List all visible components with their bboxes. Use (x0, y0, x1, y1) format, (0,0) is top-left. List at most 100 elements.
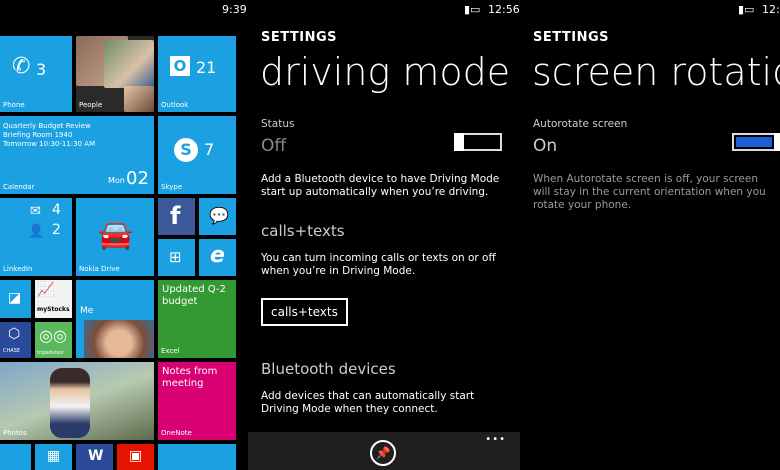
tile-label: Calendar (3, 183, 35, 191)
ie-icon: e (210, 243, 225, 268)
owl-icon: ◎◎ (39, 326, 67, 345)
outlook-icon: O (170, 56, 190, 76)
skype-icon: S (174, 138, 198, 162)
tile-people[interactable]: People (76, 36, 154, 112)
people-photo-2 (104, 40, 154, 88)
chat-icon: 💬 (209, 206, 229, 225)
bluetooth-devices-heading: Bluetooth devices (261, 360, 396, 378)
store-icon: ⊞ (169, 248, 182, 266)
event-title: Quarterly Budget Review (3, 122, 91, 130)
status-time: 12:56 (488, 3, 520, 16)
calendar-date: 02 (126, 168, 149, 189)
tile-partial-2[interactable] (158, 444, 236, 470)
tile-internet-explorer[interactable]: e (199, 239, 236, 276)
battery-icon: ▮▭ (738, 3, 755, 16)
toggle-knob (454, 133, 464, 151)
tile-onenote[interactable]: Notes from meeting OneNote (158, 362, 236, 440)
tile-label: Me (80, 306, 94, 316)
tile-chase[interactable]: ⬡ CHASE (0, 322, 31, 358)
calls-texts-description: You can turn incoming calls or texts on … (261, 252, 496, 277)
event-time: Tomorrow 10:30-11:30 AM (3, 140, 96, 148)
driving-mode-description: Add a Bluetooth device to have Driving M… (261, 173, 500, 198)
tile-linkedin[interactable]: ✉ 4 👤 2 LinkedIn (0, 198, 72, 276)
status-time: 9:39 (222, 3, 247, 16)
tile-wallet[interactable]: ◪ (0, 280, 31, 318)
tile-calculator[interactable]: ▦ (35, 444, 72, 470)
office-icon: ▣ (129, 448, 143, 464)
autorotate-toggle[interactable] (732, 133, 780, 151)
car-icon: 🚘 (98, 218, 133, 251)
tile-store[interactable]: ⊞ (158, 239, 195, 276)
tile-label: Nokia Drive (79, 265, 120, 273)
people-photo-3 (124, 86, 154, 112)
screen-rotation-screen: ▮▭ 12: SETTINGS screen rotatio Autorotat… (520, 0, 780, 470)
toggle-fill (736, 137, 772, 147)
me-photo (84, 320, 154, 358)
photos-person-image (50, 368, 90, 438)
linkedin-mail-count: 4 (52, 202, 61, 218)
settings-header: SETTINGS (533, 30, 610, 45)
chase-logo-icon: ⬡ (8, 326, 21, 342)
phone-missed-count: 3 (36, 60, 47, 79)
calculator-icon: ▦ (47, 448, 61, 464)
chase-text: CHASE (3, 348, 21, 354)
tile-phone[interactable]: ✆ 3 Phone (0, 36, 72, 112)
tile-nokia-drive[interactable]: 🚘 Nokia Drive (76, 198, 154, 276)
wallet-icon: ◪ (8, 290, 22, 306)
mail-icon: ✉ (30, 204, 41, 219)
status-bar: ▮▭ 12: (520, 0, 780, 20)
tile-label: Outlook (161, 101, 189, 109)
facebook-icon: f (170, 202, 181, 230)
autorotate-description: When Autorotate screen is off, your scre… (533, 173, 766, 211)
tile-me[interactable]: Me (76, 280, 154, 358)
calls-texts-heading: calls+texts (261, 222, 345, 240)
skype-count: 7 (204, 140, 215, 159)
tile-skype[interactable]: S 7 Skype (158, 116, 236, 194)
tile-office[interactable]: ▣ (117, 444, 154, 470)
tile-calendar[interactable]: Quarterly Budget Review Briefing Room 19… (0, 116, 154, 194)
tile-label: Excel (161, 347, 180, 355)
status-bar: ▮▭ 12:56 (248, 0, 520, 20)
driving-mode-screen: ▮▭ 12:56 SETTINGS driving mode Status Of… (248, 0, 520, 470)
page-title: driving mode (260, 50, 511, 94)
tile-mystocks[interactable]: 📈 myStocks (35, 280, 72, 318)
toggle-knob (774, 133, 780, 151)
status-value: Off (261, 136, 287, 156)
tile-photos[interactable]: Photos (0, 362, 154, 440)
tripadvisor-text: tripadvisor (37, 350, 64, 356)
battery-icon: ▮▭ (464, 3, 481, 16)
stocks-chart-icon: 📈 (37, 282, 55, 298)
tile-tripadvisor[interactable]: ◎◎ tripadvisor (35, 322, 72, 358)
autorotate-value: On (533, 136, 558, 156)
page-title: screen rotatio (532, 50, 780, 94)
app-bar: 📌 ••• (248, 432, 520, 470)
linkedin-invite-count: 2 (52, 222, 61, 238)
excel-doc-title: Updated Q-2 budget (162, 284, 226, 307)
settings-header: SETTINGS (261, 30, 338, 45)
tile-label: Skype (161, 183, 183, 191)
start-screen: 9:39 ✆ 3 Phone People O 21 Outlook Quart… (0, 0, 248, 470)
tile-facebook[interactable]: f (158, 198, 195, 235)
tile-messaging[interactable]: 💬 (199, 198, 236, 235)
tile-label: Phone (3, 101, 25, 109)
driving-mode-toggle[interactable] (454, 133, 502, 151)
calendar-event: Quarterly Budget Review Briefing Room 19… (3, 122, 95, 149)
tile-outlook[interactable]: O 21 Outlook (158, 36, 236, 112)
status-time: 12: (762, 3, 780, 16)
mystocks-text: myStocks (37, 306, 70, 313)
pin-icon[interactable]: 📌 (370, 440, 396, 466)
status-bar: 9:39 (0, 0, 248, 20)
autorotate-label: Autorotate screen (533, 118, 628, 130)
calls-texts-button[interactable]: calls+texts (261, 298, 348, 326)
tile-word[interactable]: W (76, 444, 113, 470)
tile-partial-1[interactable] (0, 444, 31, 470)
tile-excel[interactable]: Updated Q-2 budget Excel (158, 280, 236, 358)
status-label: Status (261, 118, 295, 130)
calendar-day: Mon (108, 176, 125, 185)
onenote-doc-title: Notes from meeting (162, 366, 218, 389)
event-location: Briefing Room 1940 (3, 131, 73, 139)
outlook-unread-count: 21 (196, 58, 217, 77)
more-options-icon[interactable]: ••• (485, 434, 506, 445)
word-icon: W (88, 448, 104, 464)
tile-label: LinkedIn (3, 265, 33, 273)
